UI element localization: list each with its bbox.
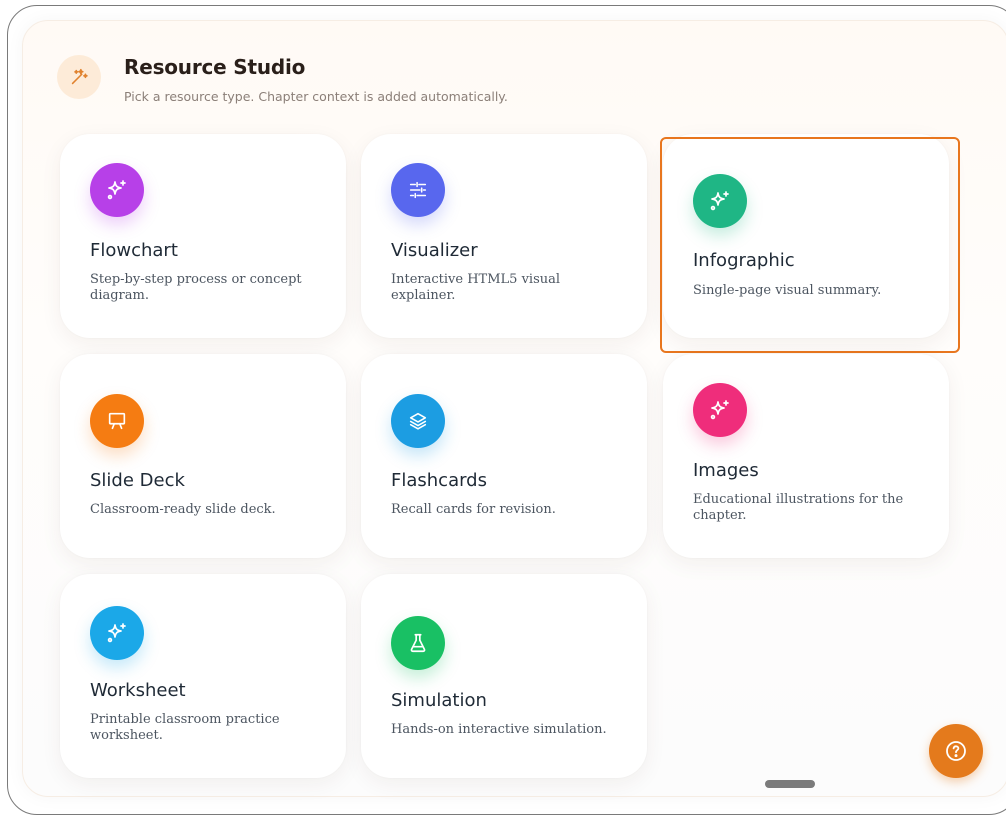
card-description: Hands-on interactive simulation.	[391, 722, 607, 737]
help-circle-icon	[946, 741, 966, 761]
page-title: Resource Studio	[124, 55, 306, 79]
card-description: Interactive HTML5 visual explainer.	[391, 272, 561, 303]
card-label: Simulation	[391, 690, 487, 711]
card-description: Single-page visual summary.	[693, 283, 882, 298]
card-label: Visualizer	[391, 240, 478, 261]
page-subtitle: Pick a resource type. Chapter context is…	[124, 89, 508, 104]
card-label: Slide Deck	[90, 470, 185, 491]
sparkles-icon	[90, 163, 144, 217]
drag-handle[interactable]	[765, 780, 815, 788]
card-flowchart[interactable]: Flowchart Step-by-step process or concep…	[60, 134, 346, 338]
help-button[interactable]	[929, 724, 983, 778]
card-description: Step-by-step process or concept diagram.	[90, 272, 302, 303]
card-simulation[interactable]: Simulation Hands-on interactive simulati…	[361, 574, 647, 778]
card-label: Flashcards	[391, 470, 487, 491]
card-infographic[interactable]: Infographic Single-page visual summary.	[663, 134, 949, 338]
card-visualizer[interactable]: Visualizer Interactive HTML5 visual expl…	[361, 134, 647, 338]
card-label: Flowchart	[90, 240, 178, 261]
layers-icon	[391, 394, 445, 448]
card-images[interactable]: Images Educational illustrations for the…	[663, 354, 949, 558]
card-description: Recall cards for revision.	[391, 502, 556, 517]
card-slide-deck[interactable]: Slide Deck Classroom-ready slide deck.	[60, 354, 346, 558]
card-description: Classroom-ready slide deck.	[90, 502, 276, 517]
sparkles-icon	[693, 383, 747, 437]
card-flashcards[interactable]: Flashcards Recall cards for revision.	[361, 354, 647, 558]
sparkles-icon	[90, 606, 144, 660]
magic-wand-icon	[57, 55, 101, 99]
card-label: Images	[693, 460, 759, 481]
flask-icon	[391, 616, 445, 670]
card-label: Worksheet	[90, 680, 186, 701]
sparkles-icon	[693, 174, 747, 228]
sliders-icon	[391, 163, 445, 217]
card-description: Educational illustrations for the chapte…	[693, 492, 904, 523]
presentation-icon	[90, 394, 144, 448]
card-worksheet[interactable]: Worksheet Printable classroom practice w…	[60, 574, 346, 778]
card-description: Printable classroom practice worksheet.	[90, 712, 280, 743]
card-label: Infographic	[693, 250, 795, 271]
